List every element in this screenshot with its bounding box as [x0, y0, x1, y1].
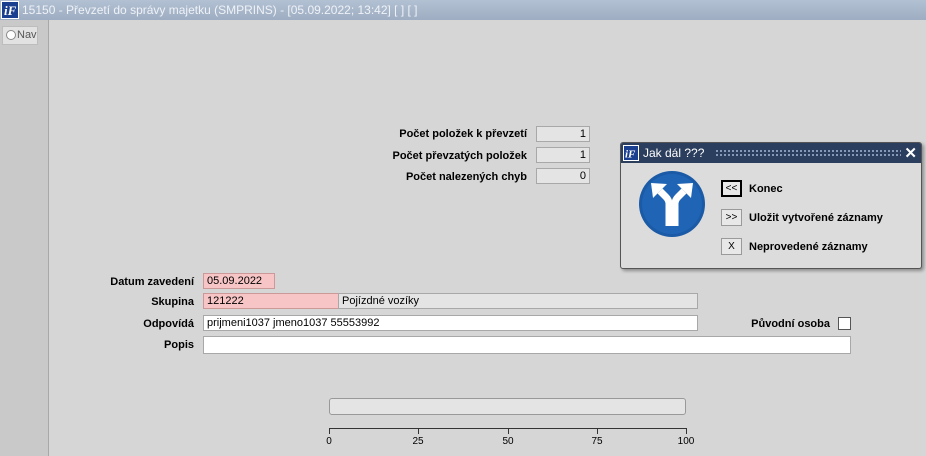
count-k-prevzeti: 1 [536, 126, 590, 142]
progress-tick-label: 0 [326, 436, 332, 447]
app-logo-icon: iF [1, 1, 19, 19]
progress-tick-label: 50 [502, 436, 514, 447]
nav-tab[interactable]: Nav [2, 26, 38, 45]
progress-tick [686, 428, 687, 434]
ulozit-button[interactable]: >> [721, 209, 742, 226]
window-titlebar: iF 15150 - Převzetí do správy majetku (S… [0, 0, 926, 20]
konec-button[interactable]: << [721, 180, 742, 197]
progress-tick-label: 100 [677, 436, 695, 447]
count-chyb: 0 [536, 168, 590, 184]
progress-tick [508, 428, 509, 434]
progress-tick [418, 428, 419, 434]
label-chyb: Počet nalezených chyb [405, 171, 527, 183]
app-logo-icon: iF [623, 145, 639, 161]
label-k-prevzeti: Počet položek k převzetí [399, 128, 527, 140]
progress-tick [329, 428, 330, 434]
close-icon[interactable]: ✕ [904, 144, 917, 162]
progress-tick-label: 75 [591, 436, 603, 447]
konec-label: Konec [749, 183, 783, 195]
dialog-title: Jak dál ??? [643, 146, 705, 160]
label-popis: Popis [164, 339, 194, 351]
label-datum: Datum zavedení [110, 276, 194, 288]
odpovida-input[interactable]: prijmeni1037 jmeno1037 55553992 [203, 315, 698, 331]
jak-dal-dialog: iF Jak dál ??? ✕ << Konec >> Uložit vytv… [620, 142, 922, 269]
titlebar-grip [715, 149, 901, 157]
left-pane: Nav [0, 20, 49, 456]
window-title: 15150 - Převzetí do správy majetku (SMPR… [22, 3, 418, 17]
skupina-name-field: Pojízdné vozíky [338, 293, 698, 309]
svg-text:iF: iF [625, 149, 636, 161]
skupina-code-input[interactable]: 121222 [203, 293, 339, 309]
count-prevzatych: 1 [536, 147, 590, 163]
label-odpovida: Odpovídá [143, 318, 194, 330]
neprovedene-button[interactable]: X [721, 238, 742, 255]
progress-bar [329, 398, 686, 415]
progress-tick [597, 428, 598, 434]
datum-zavedeni-input[interactable]: 05.09.2022 [203, 273, 275, 289]
svg-text:iF: iF [4, 3, 17, 18]
neprovedene-label: Neprovedené záznamy [749, 241, 868, 253]
puvodni-osoba-checkbox[interactable] [838, 317, 851, 330]
label-skupina: Skupina [151, 296, 194, 308]
ulozit-label: Uložit vytvořené záznamy [749, 212, 883, 224]
radio-icon [6, 30, 16, 40]
label-prevzatych: Počet převzatých položek [392, 150, 528, 162]
progress-tick-label: 25 [412, 436, 424, 447]
popis-input[interactable] [203, 336, 851, 354]
label-puvodni-osoba: Původní osoba [751, 318, 830, 330]
fork-direction-sign-icon [639, 171, 705, 237]
nav-tab-label: Nav [17, 29, 37, 41]
dialog-titlebar[interactable]: iF Jak dál ??? ✕ [621, 143, 921, 163]
